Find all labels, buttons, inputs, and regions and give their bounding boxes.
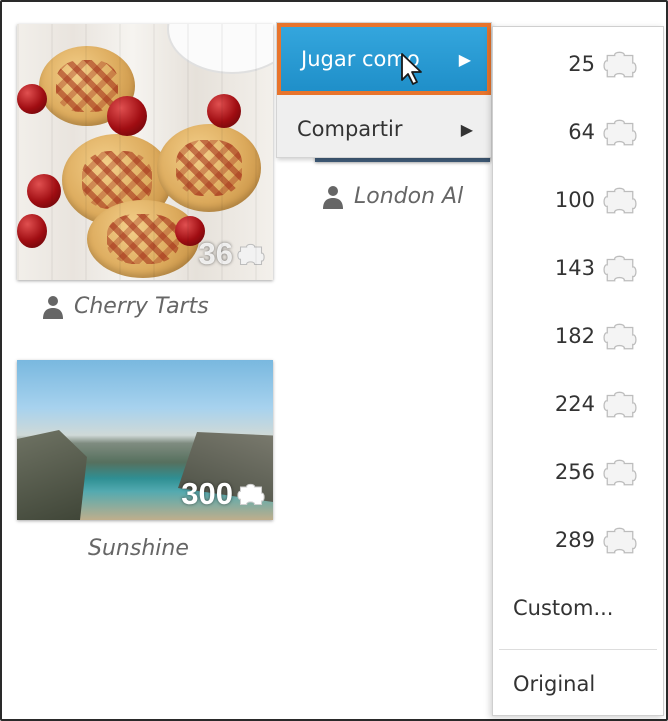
tart-image <box>62 134 172 226</box>
piece-count-badge: 36 <box>199 236 265 272</box>
puzzle-thumbnail-cherry-tarts[interactable]: 36 <box>17 24 273 280</box>
cursor-icon <box>400 52 424 86</box>
cherry-image <box>17 214 47 248</box>
piece-option-label: 64 <box>568 120 595 144</box>
puzzle-title: London Al <box>354 184 464 209</box>
submenu-item-custom[interactable]: Custom... <box>493 575 663 641</box>
cherry-image <box>207 94 241 128</box>
menu-item-label: Compartir <box>297 117 403 141</box>
tart-image <box>39 46 135 126</box>
submenu-item-182[interactable]: 182 <box>493 303 663 369</box>
puzzle-piece-icon <box>603 47 637 81</box>
rock-image <box>17 430 87 520</box>
puzzle-thumbnail-sunshine[interactable]: 300 <box>17 360 273 520</box>
puzzle-piece-icon <box>603 183 637 217</box>
piece-count: 36 <box>198 236 233 271</box>
cherry-image <box>107 96 147 136</box>
menu-item-share[interactable]: Compartir ▶ <box>277 101 491 157</box>
puzzle-piece-icon <box>603 115 637 149</box>
person-icon <box>322 185 344 209</box>
submenu-item-original[interactable]: Original <box>493 651 663 717</box>
puzzle-piece-icon <box>603 455 637 489</box>
tart-image <box>157 124 261 212</box>
cherry-image <box>17 84 47 114</box>
menu-item-play-as[interactable]: Jugar como ▶ <box>277 23 491 95</box>
piece-count-badge: 300 <box>181 476 265 512</box>
triangle-right-icon: ▶ <box>460 119 473 139</box>
submenu-item-256[interactable]: 256 <box>493 439 663 505</box>
puzzle-caption-sunshine[interactable]: Sunshine <box>88 536 189 561</box>
custom-option-label: Custom... <box>513 596 614 620</box>
person-icon <box>42 295 64 319</box>
piece-option-label: 143 <box>554 256 595 280</box>
puzzle-piece-icon <box>237 480 265 508</box>
original-option-label: Original <box>513 672 596 696</box>
piece-count: 300 <box>181 476 233 511</box>
puzzle-title: Cherry Tarts <box>74 294 209 319</box>
submenu-item-289[interactable]: 289 <box>493 507 663 573</box>
piece-count-submenu: 25 64 100 143 182 224 256 289 Custom... … <box>492 26 664 716</box>
piece-option-label: 256 <box>554 460 595 484</box>
submenu-item-143[interactable]: 143 <box>493 235 663 301</box>
tart-image <box>87 200 199 278</box>
submenu-item-100[interactable]: 100 <box>493 167 663 233</box>
submenu-item-25[interactable]: 25 <box>493 31 663 97</box>
piece-option-label: 100 <box>554 188 595 212</box>
puzzle-piece-icon <box>603 523 637 557</box>
puzzle-caption-london[interactable]: London Al <box>322 184 463 209</box>
piece-option-label: 224 <box>554 392 595 416</box>
plate-image <box>167 24 273 74</box>
app-frame: 36 Cherry Tarts London Al 300 Sunshine J… <box>0 0 668 721</box>
menu-divider <box>499 649 657 650</box>
puzzle-piece-icon <box>603 387 637 421</box>
piece-option-label: 25 <box>568 52 595 76</box>
triangle-right-icon: ▶ <box>458 49 471 69</box>
submenu-item-64[interactable]: 64 <box>493 99 663 165</box>
context-menu: Jugar como ▶ Compartir ▶ <box>276 22 492 158</box>
cherry-image <box>175 216 205 246</box>
piece-option-label: 182 <box>554 324 595 348</box>
cherry-image <box>27 174 61 208</box>
piece-option-label: 289 <box>554 528 595 552</box>
puzzle-title: Sunshine <box>88 536 189 561</box>
puzzle-piece-icon <box>603 251 637 285</box>
submenu-item-224[interactable]: 224 <box>493 371 663 437</box>
puzzle-piece-icon <box>237 240 265 268</box>
puzzle-caption-cherry-tarts[interactable]: Cherry Tarts <box>42 294 209 319</box>
puzzle-piece-icon <box>603 319 637 353</box>
